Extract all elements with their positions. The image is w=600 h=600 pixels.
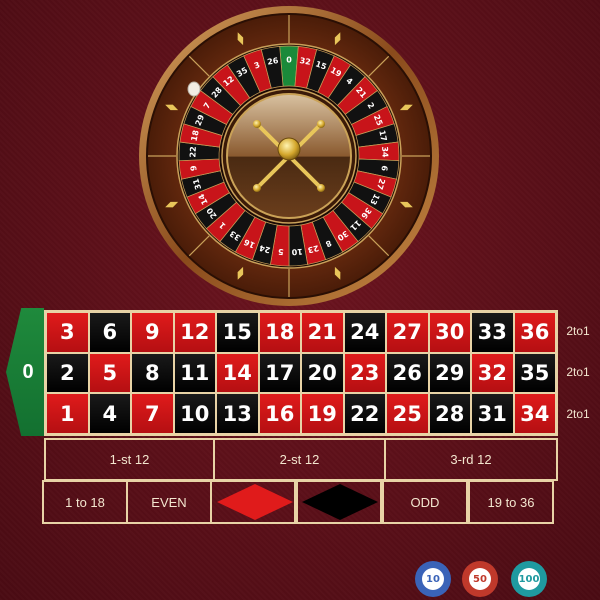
dozen-bet-third[interactable]: 3-rd 12 bbox=[384, 438, 558, 481]
number-15-cell[interactable]: 15 bbox=[216, 312, 259, 353]
number-31-cell[interactable]: 31 bbox=[471, 393, 514, 434]
number-17-cell[interactable]: 17 bbox=[258, 352, 301, 394]
number-0-cell[interactable]: 0 bbox=[6, 308, 44, 436]
number-27-cell[interactable]: 27 bbox=[386, 312, 429, 353]
number-9-cell[interactable]: 9 bbox=[131, 312, 174, 353]
number-26-cell[interactable]: 26 bbox=[386, 352, 429, 394]
dozen-bet-first[interactable]: 1-st 12 bbox=[44, 438, 215, 481]
number-16-cell[interactable]: 16 bbox=[258, 393, 301, 434]
number-30-cell[interactable]: 30 bbox=[428, 312, 471, 353]
column-bet-middle[interactable]: 2to1 bbox=[558, 351, 598, 392]
number-1-cell[interactable]: 1 bbox=[46, 393, 89, 434]
number-36-cell[interactable]: 36 bbox=[513, 312, 556, 353]
number-12-cell[interactable]: 12 bbox=[173, 312, 216, 353]
number-33-cell[interactable]: 33 bbox=[471, 312, 514, 353]
black-bet[interactable] bbox=[296, 480, 382, 524]
number-20-cell[interactable]: 20 bbox=[301, 352, 344, 394]
number-6-cell[interactable]: 6 bbox=[88, 312, 131, 353]
roulette-wheel: 0 32 1519421225173462713361130823105241633… bbox=[139, 6, 439, 306]
number-14-cell[interactable]: 14 bbox=[216, 352, 259, 394]
dozen-bet-second[interactable]: 2-st 12 bbox=[213, 438, 386, 481]
number-25-cell[interactable]: 25 bbox=[386, 393, 429, 434]
high-bet[interactable]: 19 to 36 bbox=[468, 480, 554, 524]
column-bet-bottom[interactable]: 2to1 bbox=[558, 393, 598, 434]
chip-10[interactable]: 10 bbox=[415, 561, 451, 597]
wheel-number-label: 32 bbox=[299, 56, 312, 67]
number-2-cell[interactable]: 2 bbox=[46, 352, 89, 394]
chip-50[interactable]: 50 bbox=[462, 561, 498, 597]
even-bet[interactable]: EVEN bbox=[126, 480, 212, 524]
number-19-cell[interactable]: 19 bbox=[301, 393, 344, 434]
red-bet[interactable] bbox=[210, 480, 296, 524]
low-bet[interactable]: 1 to 18 bbox=[42, 480, 128, 524]
wheel-number-label: 26 bbox=[267, 56, 280, 67]
wheel-number-label: 0 bbox=[286, 56, 292, 65]
number-grid: 3 6 9 12 15 18 21 24 27 30 33 36 2 5 8 11 14 17 20 23 26 29 32… bbox=[44, 310, 558, 436]
wheel-number-label: 22 bbox=[188, 146, 197, 158]
chip-100-label: 100 bbox=[518, 568, 540, 590]
number-29-cell[interactable]: 29 bbox=[428, 352, 471, 394]
number-8-cell[interactable]: 8 bbox=[131, 352, 174, 394]
number-35-cell[interactable]: 35 bbox=[513, 352, 556, 394]
number-24-cell[interactable]: 24 bbox=[343, 312, 386, 353]
number-21-cell[interactable]: 21 bbox=[301, 312, 344, 353]
column-bet-top[interactable]: 2to1 bbox=[558, 310, 598, 351]
number-10-cell[interactable]: 10 bbox=[173, 393, 216, 434]
odd-bet[interactable]: ODD bbox=[382, 480, 468, 524]
number-32-cell[interactable]: 32 bbox=[471, 352, 514, 394]
number-18-cell[interactable]: 18 bbox=[258, 312, 301, 353]
black-diamond-icon bbox=[302, 484, 378, 520]
number-5-cell[interactable]: 5 bbox=[88, 352, 131, 394]
roulette-ball bbox=[187, 81, 201, 97]
number-11-cell[interactable]: 11 bbox=[173, 352, 216, 394]
wheel-number-label: 10 bbox=[291, 247, 303, 257]
number-13-cell[interactable]: 13 bbox=[216, 393, 259, 434]
chip-10-label: 10 bbox=[422, 568, 444, 590]
red-diamond-icon bbox=[217, 484, 293, 520]
number-34-cell[interactable]: 34 bbox=[513, 393, 556, 434]
number-28-cell[interactable]: 28 bbox=[428, 393, 471, 434]
number-22-cell[interactable]: 22 bbox=[343, 393, 386, 434]
number-3-cell[interactable]: 3 bbox=[46, 312, 89, 353]
number-4-cell[interactable]: 4 bbox=[88, 393, 131, 434]
number-7-cell[interactable]: 7 bbox=[131, 393, 174, 434]
wheel-number-label: 34 bbox=[380, 146, 389, 158]
chip-100[interactable]: 100 bbox=[511, 561, 547, 597]
betting-board: 0 3 6 9 12 15 18 21 24 27 30 33 36 2 5 8 11 14 17 20 23 26 29… bbox=[0, 308, 600, 528]
chip-50-label: 50 bbox=[469, 568, 491, 590]
number-23-cell[interactable]: 23 bbox=[343, 352, 386, 394]
